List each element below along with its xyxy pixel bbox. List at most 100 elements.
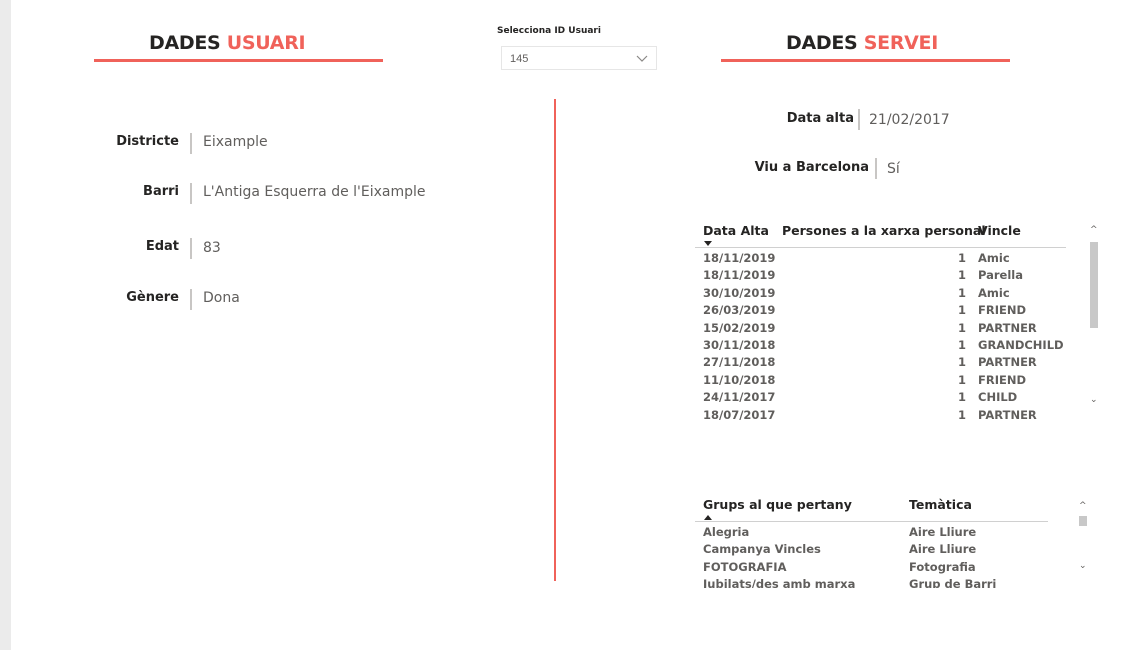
table-row[interactable]: 30/10/2019 1 Amic: [695, 286, 1066, 303]
genere-label: Gènere: [126, 290, 179, 305]
cell-persones: 1: [957, 390, 966, 405]
user-id-slicer-value: 145: [510, 53, 529, 65]
cell-tematica: Aire Lliure: [909, 525, 977, 539]
table-row[interactable]: 30/11/2018 1 GRANDCHILD: [695, 338, 1066, 355]
genere-value: Dona: [203, 290, 240, 306]
table-row[interactable]: Alegria Aire Lliure: [695, 525, 1048, 542]
cell-tematica: Grup de Barri: [909, 577, 997, 588]
page-left-border: [0, 0, 11, 650]
groups-table-body: Alegria Aire Lliure Campanya Vincles Aire L…: [695, 523, 1048, 588]
user-title-dark: DADES: [149, 32, 221, 54]
cell-persones: 1: [957, 285, 966, 300]
sort-ascending-icon: [704, 515, 712, 520]
cell-data-alta: 18/11/2019: [703, 268, 776, 283]
viu-barcelona-value: Sí: [887, 161, 900, 177]
col-header-data-alta[interactable]: Data Alta: [703, 223, 769, 238]
cell-data-alta: 18/11/2019: [703, 251, 776, 265]
scroll-down-icon[interactable]: ⌄: [1079, 562, 1087, 571]
header-divider: [695, 247, 1066, 248]
scroll-up-icon[interactable]: ^: [1090, 226, 1098, 235]
table-row[interactable]: 18/07/2017 1 PARTNER: [695, 408, 1066, 422]
table-row[interactable]: FOTOGRAFIA Fotografia: [695, 560, 1048, 577]
cell-tematica: Aire Lliure: [909, 542, 977, 557]
cell-persones: 1: [957, 355, 966, 370]
cell-vincle: GRANDCHILD: [978, 338, 1064, 352]
cell-data-alta: 30/11/2018: [703, 338, 776, 352]
edat-label: Edat: [145, 239, 179, 254]
user-section-title: DADES USUARI: [149, 32, 306, 54]
scroll-down-icon[interactable]: ⌄: [1090, 396, 1098, 405]
field-separator: [858, 109, 860, 130]
cell-vincle: PARTNER: [978, 320, 1037, 335]
user-title-underline: [94, 59, 383, 62]
network-table-body: 18/11/2019 1 Amic 18/11/2019 1 Parella 30/10/2…: [695, 249, 1066, 422]
cell-grup: Alegria: [703, 525, 750, 539]
col-header-grups[interactable]: Grups al que pertany: [703, 497, 852, 512]
service-title-accent: SERVEI: [863, 32, 939, 54]
data-alta-label: Data alta: [786, 111, 854, 126]
districte-value: Eixample: [203, 134, 268, 150]
field-separator: [875, 158, 877, 179]
cell-data-alta: 26/03/2019: [703, 303, 776, 318]
cell-persones: 1: [957, 320, 966, 335]
cell-persones: 1: [957, 338, 966, 352]
cell-vincle: PARTNER: [978, 407, 1037, 422]
scroll-thumb[interactable]: [1079, 516, 1087, 526]
chevron-down-icon: [636, 51, 648, 69]
cell-vincle: Amic: [978, 251, 1010, 265]
cell-data-alta: 18/07/2017: [703, 407, 776, 422]
cell-grup: Jubilats/des amb marxa: [703, 577, 856, 588]
field-separator: [190, 289, 192, 310]
col-header-vincle[interactable]: Vincle: [978, 223, 1021, 238]
col-header-tematica[interactable]: Temàtica: [909, 497, 972, 512]
cell-grup: FOTOGRAFIA: [703, 559, 787, 574]
edat-value: 83: [203, 240, 221, 256]
cell-data-alta: 15/02/2019: [703, 320, 776, 335]
districte-label: Districte: [116, 134, 179, 149]
cell-vincle: Amic: [978, 285, 1010, 300]
barri-label: Barri: [143, 184, 179, 199]
viu-barcelona-label: Viu a Barcelona: [754, 160, 869, 175]
field-separator: [190, 133, 192, 154]
table-row[interactable]: 18/11/2019 1 Amic: [695, 251, 1066, 268]
cell-vincle: Parella: [978, 268, 1023, 283]
section-divider: [554, 99, 556, 581]
service-section-title: DADES SERVEI: [786, 32, 938, 54]
field-separator: [190, 238, 192, 259]
table-row[interactable]: 11/10/2018 1 FRIEND: [695, 373, 1066, 390]
cell-vincle: FRIEND: [978, 303, 1027, 318]
cell-vincle: CHILD: [978, 390, 1018, 405]
barri-value: L'Antiga Esquerra de l'Eixample: [203, 184, 426, 200]
sort-descending-icon: [704, 241, 712, 246]
table-row[interactable]: Campanya Vincles Aire Lliure: [695, 542, 1048, 559]
cell-tematica: Fotografia: [909, 559, 976, 574]
scroll-thumb[interactable]: [1090, 242, 1098, 328]
col-header-persones[interactable]: Persones a la xarxa personal: [782, 223, 986, 238]
cell-persones: 1: [957, 372, 966, 387]
user-id-slicer-dropdown[interactable]: 145: [501, 46, 657, 70]
service-title-underline: [721, 59, 1010, 62]
table-row[interactable]: 27/11/2018 1 PARTNER: [695, 355, 1066, 372]
table-row[interactable]: 18/11/2019 1 Parella: [695, 268, 1066, 285]
cell-data-alta: 11/10/2018: [703, 372, 776, 387]
cell-vincle: FRIEND: [978, 372, 1027, 387]
groups-table-scrollbar[interactable]: ^ ⌄: [1079, 496, 1087, 580]
user-title-accent: USUARI: [226, 32, 306, 54]
cell-vincle: PARTNER: [978, 355, 1037, 370]
cell-persones: 1: [957, 268, 966, 283]
table-row[interactable]: 26/03/2019 1 FRIEND: [695, 303, 1066, 320]
data-alta-value: 21/02/2017: [869, 112, 950, 128]
cell-data-alta: 27/11/2018: [703, 355, 776, 370]
table-row[interactable]: 24/11/2017 1 CHILD: [695, 390, 1066, 407]
table-row[interactable]: Jubilats/des amb marxa Grup de Barri: [695, 577, 1048, 588]
cell-persones: 1: [957, 407, 966, 422]
header-divider: [695, 521, 1048, 522]
cell-grup: Campanya Vincles: [703, 542, 821, 557]
network-table-scrollbar[interactable]: ^ ⌄: [1090, 220, 1098, 412]
cell-data-alta: 24/11/2017: [703, 390, 776, 405]
scroll-up-icon[interactable]: ^: [1079, 502, 1087, 511]
cell-data-alta: 30/10/2019: [703, 285, 776, 300]
table-row[interactable]: 15/02/2019 1 PARTNER: [695, 321, 1066, 338]
cell-persones: 1: [957, 303, 966, 318]
service-title-dark: DADES: [786, 32, 858, 54]
